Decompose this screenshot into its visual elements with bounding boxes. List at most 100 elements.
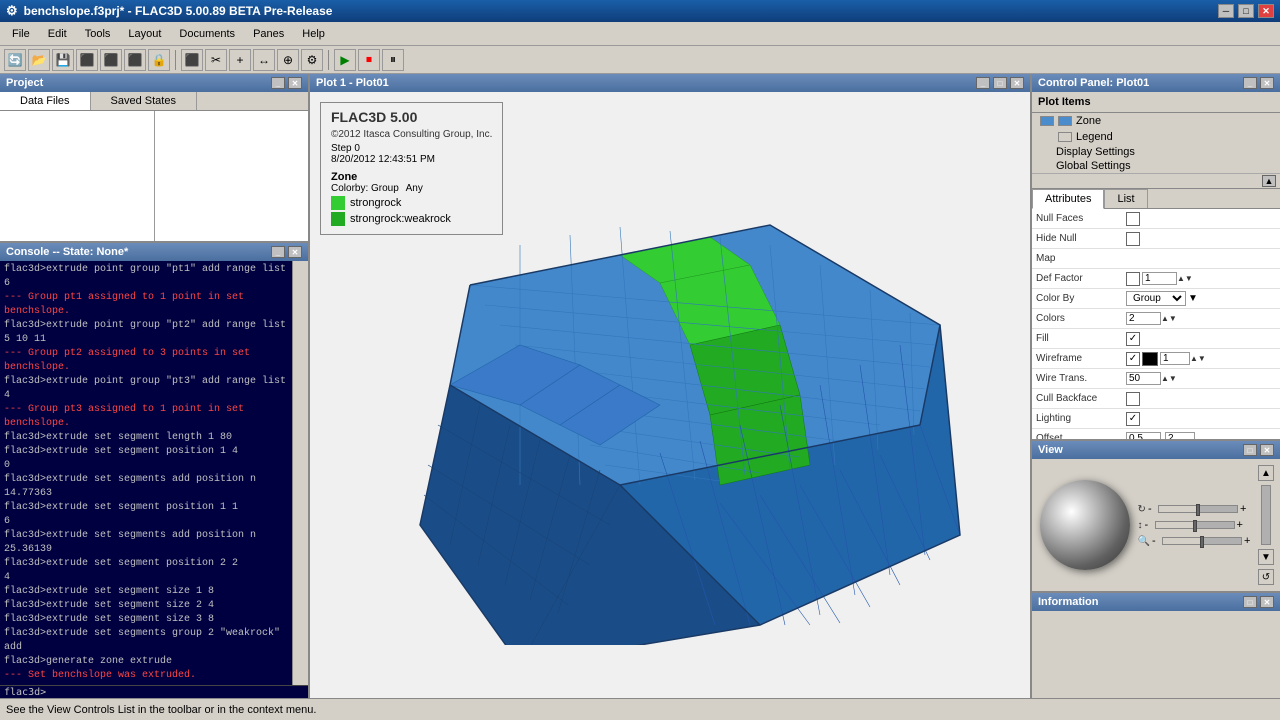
eye-icon-zone2[interactable] xyxy=(1058,116,1072,126)
close-button[interactable]: ✕ xyxy=(1258,4,1274,18)
plot-content[interactable]: FLAC3D 5.00 ©2012 Itasca Consulting Grou… xyxy=(310,92,1030,698)
v-slider-track[interactable] xyxy=(1261,485,1271,545)
console-line: flac3d>extrude set segments add position… xyxy=(4,529,288,557)
toolbar-select[interactable]: ⬛ xyxy=(181,49,203,71)
tree-sub-global-settings[interactable]: Global Settings xyxy=(1036,159,1276,173)
console-input[interactable] xyxy=(48,687,304,698)
toolbar-play[interactable]: ▶ xyxy=(334,49,356,71)
tab-saved-states[interactable]: Saved States xyxy=(91,92,197,110)
tree-sub-display-settings[interactable]: Display Settings xyxy=(1036,145,1276,159)
wireframe-spin-down[interactable]: ▼ xyxy=(1198,354,1206,363)
plot-close-btn[interactable]: ✕ xyxy=(1010,77,1024,89)
toolbar-settings[interactable]: ⚙ xyxy=(301,49,323,71)
slider-track-1[interactable] xyxy=(1158,505,1238,513)
menu-panes[interactable]: Panes xyxy=(245,26,292,42)
hide-null-checkbox[interactable] xyxy=(1126,232,1140,246)
menu-layout[interactable]: Layout xyxy=(120,26,169,42)
color-by-select[interactable]: Group None Density xyxy=(1126,291,1186,306)
toolbar-run[interactable]: ⬛ xyxy=(124,49,146,71)
rotate-icon: ↻ xyxy=(1138,504,1146,515)
toolbar-stop2[interactable]: ⏹ xyxy=(358,49,380,71)
tab-list[interactable]: List xyxy=(1104,189,1147,208)
project-content xyxy=(0,111,308,241)
def-factor-input[interactable] xyxy=(1142,272,1177,285)
info-close-btn[interactable]: ✕ xyxy=(1260,596,1274,608)
eye-icon-legend[interactable] xyxy=(1058,132,1072,142)
maximize-button[interactable]: □ xyxy=(1238,4,1254,18)
wire-trans-spin-down[interactable]: ▼ xyxy=(1169,374,1177,383)
view-down-btn[interactable]: ▼ xyxy=(1258,549,1274,565)
offset-v1-input[interactable] xyxy=(1126,432,1161,439)
tab-attributes[interactable]: Attributes xyxy=(1032,189,1104,209)
slider-plus3[interactable]: + xyxy=(1244,535,1252,547)
center-panel: Plot 1 - Plot01 _ □ ✕ FLAC3D 5.00 ©2012 … xyxy=(310,74,1030,698)
wireframe-spin-up[interactable]: ▲ xyxy=(1190,354,1198,363)
cull-backface-checkbox[interactable] xyxy=(1126,392,1140,406)
tree-item-zone[interactable]: Zone xyxy=(1036,113,1276,129)
menu-documents[interactable]: Documents xyxy=(171,26,243,42)
project-minimize-btn[interactable]: _ xyxy=(271,77,285,89)
slider-minus1[interactable]: - xyxy=(1148,503,1156,515)
attr-wireframe: Wireframe ▲ ▼ xyxy=(1032,349,1280,369)
info-btn1[interactable]: □ xyxy=(1243,596,1257,608)
control-close-btn[interactable]: ✕ xyxy=(1260,77,1274,89)
slider-plus1[interactable]: + xyxy=(1240,503,1248,515)
console-close-btn[interactable]: ✕ xyxy=(288,246,302,258)
toolbar-lock[interactable]: 🔒 xyxy=(148,49,170,71)
toolbar-stop[interactable]: ⬛ xyxy=(76,49,98,71)
def-factor-spin-up[interactable]: ▲ xyxy=(1177,274,1185,283)
slider-fill-3 xyxy=(1163,538,1202,544)
console-line: 6 xyxy=(4,515,288,529)
menu-help[interactable]: Help xyxy=(294,26,333,42)
slider-plus2[interactable]: + xyxy=(1237,519,1245,531)
colors-input[interactable] xyxy=(1126,312,1161,325)
fill-checkbox[interactable] xyxy=(1126,332,1140,346)
console-line: flac3d>generate zone extrude xyxy=(4,655,288,669)
toolbar-cut[interactable]: ✂ xyxy=(205,49,227,71)
menu-file[interactable]: File xyxy=(4,26,38,42)
wireframe-checkbox[interactable] xyxy=(1126,352,1140,366)
slider-minus2[interactable]: - xyxy=(1145,519,1153,531)
eye-icon-zone[interactable] xyxy=(1040,116,1054,126)
offset-v2-input[interactable] xyxy=(1165,432,1195,439)
wireframe-input[interactable] xyxy=(1160,352,1190,365)
plot-restore-btn[interactable]: □ xyxy=(993,77,1007,89)
null-faces-checkbox[interactable] xyxy=(1126,212,1140,226)
colors-spin-down[interactable]: ▼ xyxy=(1169,314,1177,323)
slider-track-3[interactable] xyxy=(1162,537,1242,545)
console-line: flac3d>extrude point group "pt3" add ran… xyxy=(4,375,288,403)
wire-trans-spin-up[interactable]: ▲ xyxy=(1161,374,1169,383)
slider-track-2[interactable] xyxy=(1155,521,1235,529)
toolbar-open[interactable]: 📂 xyxy=(28,49,50,71)
console-scrollbar[interactable] xyxy=(292,261,308,685)
menu-tools[interactable]: Tools xyxy=(77,26,119,42)
def-factor-check[interactable] xyxy=(1126,272,1140,286)
wire-trans-input[interactable] xyxy=(1126,372,1161,385)
view-up-btn[interactable]: ▲ xyxy=(1258,465,1274,481)
plot-minimize-btn[interactable]: _ xyxy=(976,77,990,89)
lighting-checkbox[interactable] xyxy=(1126,412,1140,426)
colors-spin-up[interactable]: ▲ xyxy=(1161,314,1169,323)
view-rotate-btn[interactable]: ↺ xyxy=(1258,569,1274,585)
toolbar-new[interactable]: 🔄 xyxy=(4,49,26,71)
tree-item-legend[interactable]: Legend xyxy=(1036,129,1276,145)
def-factor-spin-down[interactable]: ▼ xyxy=(1185,274,1193,283)
toolbar-step[interactable]: ⬛ xyxy=(100,49,122,71)
view-btn1[interactable]: □ xyxy=(1243,444,1257,456)
collapse-btn[interactable]: ▲ xyxy=(1262,175,1276,187)
minimize-button[interactable]: ─ xyxy=(1218,4,1234,18)
control-minimize-btn[interactable]: _ xyxy=(1243,77,1257,89)
view-close-btn[interactable]: ✕ xyxy=(1260,444,1274,456)
wireframe-color-swatch[interactable] xyxy=(1142,352,1158,366)
toolbar-save[interactable]: 💾 xyxy=(52,49,74,71)
tab-data-files[interactable]: Data Files xyxy=(0,92,91,110)
toolbar-move[interactable]: ↔ xyxy=(253,49,275,71)
toolbar-zoom[interactable]: ⊕ xyxy=(277,49,299,71)
toolbar-add[interactable]: + xyxy=(229,49,251,71)
orientation-sphere[interactable] xyxy=(1040,480,1130,570)
toolbar-pause[interactable]: ⏸ xyxy=(382,49,404,71)
console-minimize-btn[interactable]: _ xyxy=(271,246,285,258)
slider-minus3[interactable]: - xyxy=(1152,535,1160,547)
menu-edit[interactable]: Edit xyxy=(40,26,75,42)
project-close-btn[interactable]: ✕ xyxy=(288,77,302,89)
